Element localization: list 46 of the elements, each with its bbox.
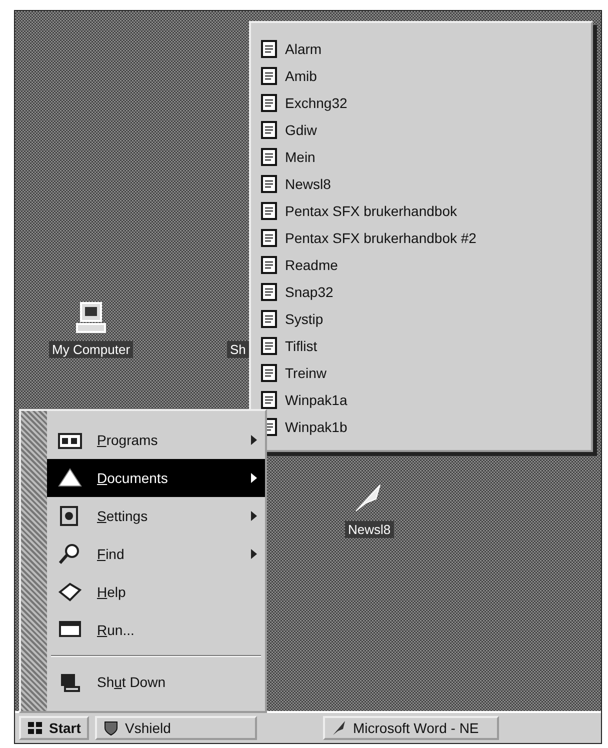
menu-item[interactable]: Mein <box>251 143 591 170</box>
document-icon <box>261 40 277 58</box>
windows-flag-icon <box>27 721 43 735</box>
document-icon <box>261 256 277 274</box>
start-menu-item[interactable]: Find <box>47 535 265 573</box>
menu-item[interactable]: Pentax SFX brukerhandbok #2 <box>251 224 591 251</box>
shield-icon <box>103 720 119 736</box>
taskbar-button[interactable]: Vshield <box>95 716 257 740</box>
document-icon <box>261 120 277 138</box>
menu-item[interactable]: Treinw <box>251 359 591 386</box>
document-icon <box>261 390 277 408</box>
menu-item[interactable]: Alarm <box>251 35 591 62</box>
book-icon <box>57 580 83 604</box>
menu-item[interactable]: Winpak1a <box>251 386 591 413</box>
menu-item[interactable]: Amib <box>251 62 591 89</box>
document-icon <box>261 282 277 300</box>
menu-item[interactable]: Newsl8 <box>251 170 591 197</box>
desktop-icon-label[interactable]: Newsl8 <box>345 521 394 538</box>
document-icon <box>261 66 277 84</box>
start-menu-item[interactable]: Documents <box>47 459 265 497</box>
menu-item[interactable]: Systip <box>251 305 591 332</box>
menu-item[interactable]: Pentax SFX brukerhandbok <box>251 197 591 224</box>
menu-item[interactable]: Readme <box>251 251 591 278</box>
desktop-icon-label[interactable]: My Computer <box>49 341 134 358</box>
document-icon <box>261 174 277 192</box>
document-icon <box>261 148 277 166</box>
feather-icon <box>331 720 347 736</box>
start-menu-item[interactable]: Settings <box>47 497 265 535</box>
start-menu-item[interactable]: Programs <box>47 421 265 459</box>
document-icon <box>261 228 277 246</box>
start-menu-item[interactable]: Help <box>47 573 265 611</box>
document-icon <box>261 94 277 112</box>
start-menu-item[interactable]: Run... <box>47 611 265 649</box>
menu-item[interactable]: Snap32 <box>251 278 591 305</box>
menu-item[interactable]: Gdiw <box>251 116 591 143</box>
start-button[interactable]: Start <box>19 716 89 740</box>
menu-item[interactable]: Exchng32 <box>251 89 591 116</box>
taskbar-button[interactable]: Microsoft Word - NE <box>323 716 499 740</box>
computer-icon <box>74 301 108 335</box>
menu-item[interactable]: Tiflist <box>251 332 591 359</box>
document-icon <box>261 310 277 328</box>
document-icon <box>261 364 277 382</box>
document-icon <box>261 336 277 354</box>
desktop-icon-label[interactable]: Sh <box>227 341 249 358</box>
document-icon <box>261 202 277 220</box>
start-menu-item[interactable]: Shut Down <box>47 663 265 701</box>
